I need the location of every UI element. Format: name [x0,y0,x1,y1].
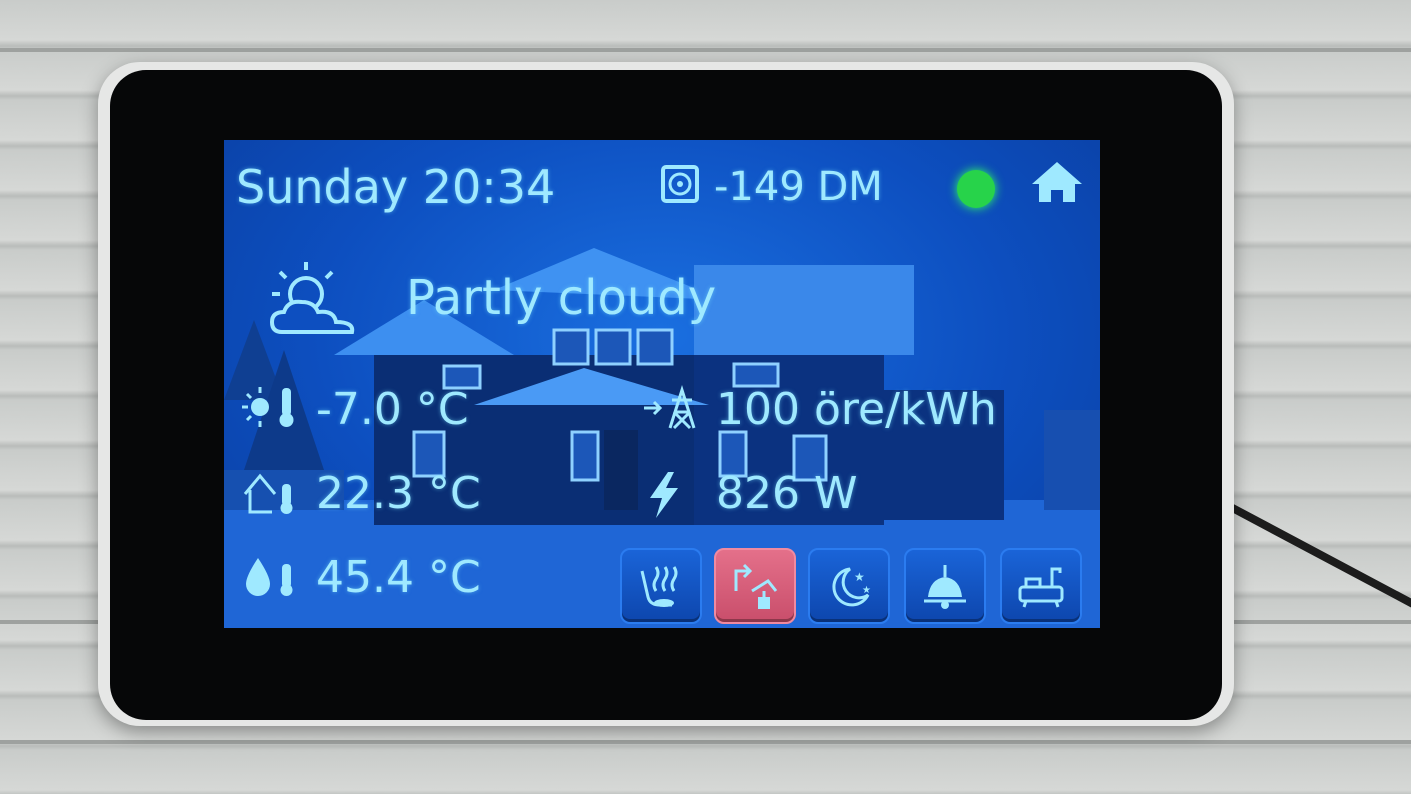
bathtub-icon [1018,567,1064,608]
outdoor-temperature: -7.0 °C [316,384,469,435]
day-time-display: Sunday 20:34 [236,160,556,214]
indoor-temperature-icon [243,473,293,514]
sauna-button[interactable] [620,548,702,624]
svg-text:★: ★ [854,570,865,584]
lamp-button[interactable] [904,548,986,624]
water-temperature: 45.4 °C [316,552,481,603]
power-cable [1223,500,1411,611]
status-indicator [957,170,995,208]
weather-condition: Partly cloudy [406,270,717,326]
faucet-button[interactable] [714,548,796,624]
wall-panel-seam [0,48,1411,52]
night-moon-icon: ★ ★ [832,567,871,607]
outdoor-temperature-icon [242,387,294,427]
wall-panel-seam [0,740,1411,744]
lightning-icon [650,472,678,518]
power-usage: 826 W [716,468,858,519]
electricity-price: 100 öre/kWh [716,384,997,435]
home-icon[interactable] [1030,160,1084,204]
ceiling-lamp-icon [924,565,966,609]
water-temperature-icon [246,558,293,596]
svg-text:★: ★ [862,585,871,596]
touch-screen: Sunday 20:34 -149 DM Partly cloudy -7.0 … [224,140,1100,628]
faucet-icon [734,563,778,609]
power-grid-icon [644,385,696,430]
electricity-meter-icon [661,165,699,203]
meter-value: -149 DM [714,164,883,210]
sauna-heat-icon [640,566,678,607]
indoor-temperature: 22.3 °C [316,468,481,519]
partly-cloudy-icon [269,262,355,334]
bath-button[interactable] [1000,548,1082,624]
night-mode-button[interactable]: ★ ★ [808,548,890,624]
